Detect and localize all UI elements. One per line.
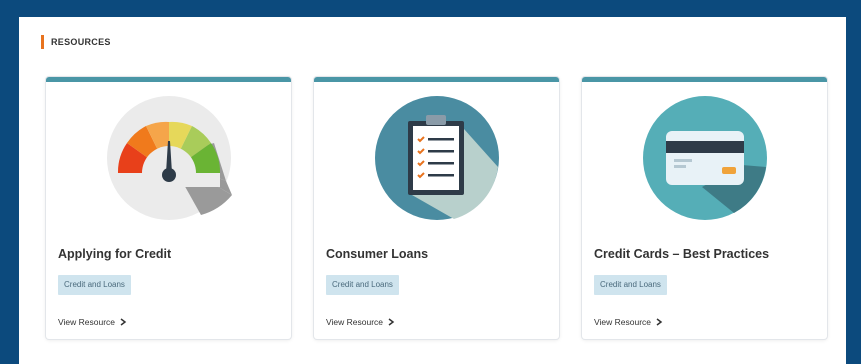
card-title[interactable]: Consumer Loans: [326, 247, 428, 261]
view-resource-link[interactable]: View Resource: [326, 317, 395, 327]
view-resource-link[interactable]: View Resource: [58, 317, 127, 327]
view-resource-link[interactable]: View Resource: [594, 317, 663, 327]
category-tag[interactable]: Credit and Loans: [58, 275, 131, 295]
category-tag[interactable]: Credit and Loans: [594, 275, 667, 295]
credit-card-icon: [642, 96, 767, 220]
chevron-right-icon: [388, 318, 395, 326]
resources-panel: RESOURCES Applying for Credit Credit and…: [19, 17, 846, 364]
card-title[interactable]: Credit Cards – Best Practices: [594, 247, 769, 261]
view-resource-label: View Resource: [58, 317, 116, 327]
card-accent-bar: [46, 77, 291, 82]
chevron-right-icon: [656, 318, 663, 326]
view-resource-label: View Resource: [326, 317, 384, 327]
category-tag[interactable]: Credit and Loans: [326, 275, 399, 295]
chevron-right-icon: [120, 318, 127, 326]
speedometer-gauge-icon: [106, 96, 232, 220]
card-title[interactable]: Applying for Credit: [58, 247, 171, 261]
resource-card-consumer-loans[interactable]: Consumer Loans Credit and Loans View Res…: [314, 77, 559, 339]
card-accent-bar: [582, 77, 827, 82]
resource-card-applying-for-credit[interactable]: Applying for Credit Credit and Loans Vie…: [46, 77, 291, 339]
card-accent-bar: [314, 77, 559, 82]
clipboard-checklist-icon: [374, 96, 499, 220]
section-title: RESOURCES: [41, 35, 111, 49]
view-resource-label: View Resource: [594, 317, 652, 327]
resource-card-credit-cards-best-practices[interactable]: Credit Cards – Best Practices Credit and…: [582, 77, 827, 339]
